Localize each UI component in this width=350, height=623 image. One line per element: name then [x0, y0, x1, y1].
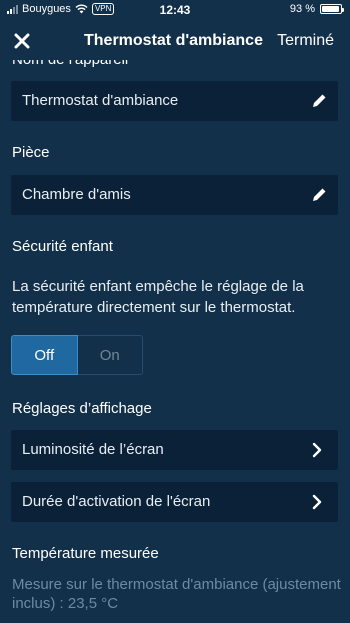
pencil-icon[interactable] — [309, 185, 329, 205]
measured-temp-text: Mesure sur le thermostat d'ambiance (aju… — [12, 576, 341, 612]
screen-timeout-label: Durée d'activation de l'écran — [22, 493, 211, 510]
battery-percent: 93 % — [289, 3, 315, 15]
brightness-label: Luminosité de l’écran — [22, 441, 164, 458]
status-bar: Bouygues VPN 12:43 93 % — [0, 0, 350, 20]
close-button[interactable] — [8, 27, 36, 55]
pencil-icon[interactable] — [309, 91, 329, 111]
room-label: Pièce — [12, 144, 50, 161]
screen: Bouygues VPN 12:43 93 % Thermostat d'amb… — [0, 0, 350, 623]
screen-timeout-row[interactable]: Durée d'activation de l'écran — [11, 482, 338, 522]
chevron-right-icon — [312, 494, 322, 510]
battery-icon — [320, 4, 344, 14]
device-name-value: Thermostat d'ambiance — [22, 92, 179, 109]
child-lock-description: La sécurité enfant empêche le réglage de… — [12, 278, 304, 316]
done-button[interactable]: Terminé — [277, 32, 334, 50]
device-name-field[interactable]: Thermostat d'ambiance — [11, 81, 338, 121]
device-name-label: Nom de l'appareil — [12, 60, 128, 68]
room-value: Chambre d'amis — [22, 186, 131, 203]
child-lock-label: Sécurité enfant — [12, 238, 113, 255]
page-title: Thermostat d'ambiance — [84, 32, 263, 49]
measured-temp-label: Température mesurée — [12, 545, 159, 562]
nav-bar: Thermostat d'ambiance Terminé — [0, 20, 350, 60]
brightness-row[interactable]: Luminosité de l’écran — [11, 430, 338, 470]
child-lock-off-option[interactable]: Off — [11, 335, 78, 375]
chevron-right-icon — [312, 442, 322, 458]
close-icon — [14, 33, 30, 49]
battery-level — [322, 6, 339, 12]
room-field[interactable]: Chambre d'amis — [11, 175, 338, 215]
child-lock-toggle[interactable]: Off On — [11, 335, 143, 375]
display-settings-label: Réglages d’affichage — [12, 400, 152, 417]
settings-content[interactable]: Nom de l'appareil Thermostat d'ambiance … — [0, 60, 350, 623]
child-lock-on-option[interactable]: On — [77, 335, 143, 375]
status-right: 93 % — [289, 3, 344, 15]
